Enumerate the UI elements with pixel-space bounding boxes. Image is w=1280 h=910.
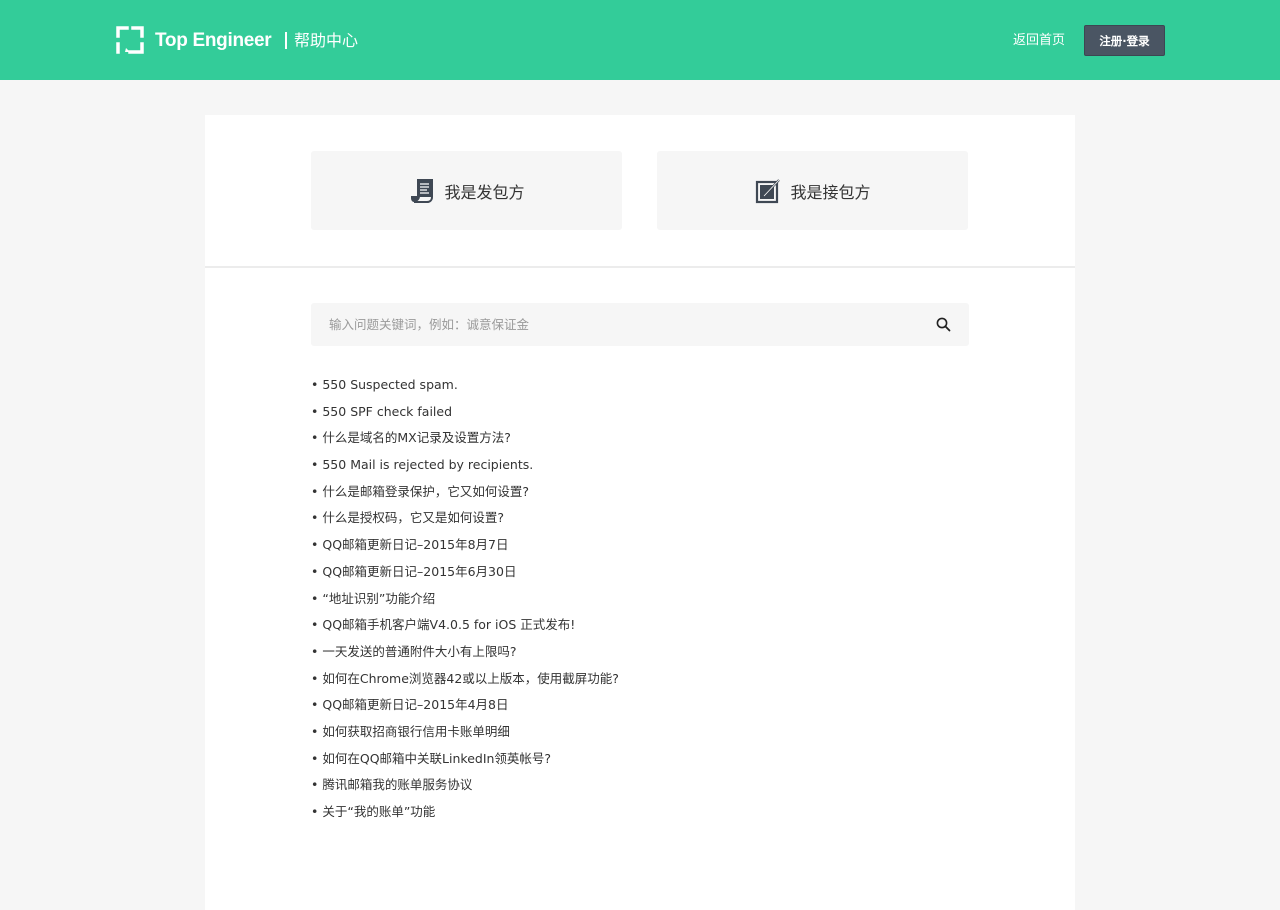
role-card-client[interactable]: 我是发包方 (311, 151, 622, 230)
faq-item[interactable]: 关于“我的账单”功能 (311, 799, 951, 826)
search-bar (311, 303, 969, 346)
search-input[interactable] (311, 303, 921, 346)
faq-item[interactable]: 腾讯邮箱我的账单服务协议 (311, 772, 951, 799)
faq-panel: 550 Suspected spam. 550 SPF check failed… (205, 268, 1075, 910)
faq-item[interactable]: 如何在QQ邮箱中关联LinkedIn领英帐号? (311, 746, 951, 773)
faq-item[interactable]: 550 Suspected spam. (311, 372, 951, 399)
faq-item[interactable]: QQ邮箱更新日记–2015年8月7日 (311, 532, 951, 559)
search-icon[interactable] (936, 317, 951, 332)
back-home-link[interactable]: 返回首页 (1013, 31, 1065, 51)
header-divider (285, 32, 287, 49)
faq-item[interactable]: 什么是授权码，它又是如何设置? (311, 505, 951, 532)
faq-item[interactable]: “地址识别”功能介绍 (311, 586, 951, 613)
faq-item[interactable]: QQ邮箱手机客户端V4.0.5 for iOS 正式发布! (311, 612, 951, 639)
help-center-title: 帮助中心 (294, 31, 359, 50)
faq-item[interactable]: 什么是邮箱登录保护，它又如何设置? (311, 479, 951, 506)
faq-list: 550 Suspected spam. 550 SPF check failed… (311, 372, 951, 826)
brand-name[interactable]: Top Engineer (155, 28, 272, 54)
faq-item[interactable]: QQ邮箱更新日记–2015年4月8日 (311, 692, 951, 719)
faq-item[interactable]: 550 SPF check failed (311, 399, 951, 426)
top-header: Top Engineer 帮助中心 返回首页 注册·登录 (0, 0, 1280, 80)
faq-item[interactable]: 550 Mail is rejected by recipients. (311, 452, 951, 479)
role-selection-panel: 我是发包方 我是接包方 (205, 115, 1075, 266)
scroll-document-icon (411, 178, 434, 203)
brand-logo-icon[interactable] (116, 26, 144, 54)
role-label-contractor: 我是接包方 (790, 182, 871, 202)
role-label-client: 我是发包方 (444, 182, 525, 202)
faq-item[interactable]: QQ邮箱更新日记–2015年6月30日 (311, 559, 951, 586)
faq-item[interactable]: 一天发送的普通附件大小有上限吗? (311, 639, 951, 666)
register-login-button[interactable]: 注册·登录 (1084, 25, 1165, 56)
faq-item[interactable]: 如何在Chrome浏览器42或以上版本，使用截屏功能? (311, 666, 951, 693)
edit-document-icon (756, 178, 781, 203)
faq-item[interactable]: 如何获取招商银行信用卡账单明细 (311, 719, 951, 746)
faq-item[interactable]: 什么是域名的MX记录及设置方法? (311, 425, 951, 452)
role-card-contractor[interactable]: 我是接包方 (657, 151, 968, 230)
